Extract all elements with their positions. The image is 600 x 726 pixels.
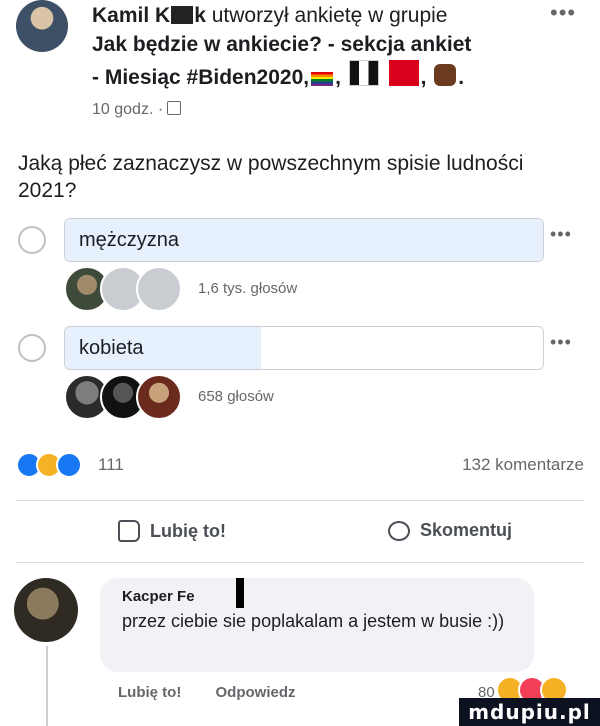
- commenter-avatar[interactable]: [14, 578, 78, 642]
- divider: [16, 500, 584, 501]
- group-name-cont[interactable]: - Miesiąc #Biden2020,, , .: [92, 60, 552, 93]
- post-time[interactable]: 10 godz. ·: [92, 101, 163, 118]
- comment-text: przez ciebie sie poplakalam a jestem w b…: [122, 611, 505, 631]
- censor-block: [171, 6, 194, 24]
- divider: [16, 562, 584, 563]
- group-name[interactable]: Jak będzie w ankiecie? - sekcja ankiet: [92, 29, 552, 60]
- comment-actions: Lubię to! Odpowiedz: [118, 684, 326, 701]
- author-avatar[interactable]: [16, 0, 68, 52]
- comment-button[interactable]: Skomentuj: [388, 520, 512, 541]
- comment-bubble-icon: [388, 520, 410, 541]
- more-options-icon[interactable]: •••: [550, 332, 572, 353]
- red-flag-icon: [388, 60, 419, 86]
- rainbow-flag-icon: [311, 72, 334, 86]
- comments-count[interactable]: 132 komentarze: [462, 455, 584, 475]
- poll-option-1[interactable]: mężczyzna •••: [18, 218, 588, 262]
- comment-reply-link[interactable]: Odpowiedz: [216, 684, 296, 701]
- thread-line: [46, 646, 48, 726]
- flag-icon: [348, 60, 379, 86]
- commenter-name[interactable]: Kacper Fe: [122, 588, 195, 605]
- more-options-icon[interactable]: •••: [550, 0, 576, 26]
- votes-count[interactable]: 1,6 tys. głosów: [198, 280, 297, 297]
- comment-like-link[interactable]: Lubię to!: [118, 684, 181, 701]
- pointer-arrow-icon: [236, 578, 244, 608]
- poll-option-label: mężczyzna: [79, 229, 180, 251]
- like-button[interactable]: Lubię to!: [118, 520, 226, 542]
- author-name-suffix: k: [194, 4, 206, 27]
- more-options-icon[interactable]: •••: [550, 224, 572, 245]
- poll-option-bar[interactable]: kobieta: [64, 326, 544, 370]
- like-reaction-icon: [56, 452, 82, 478]
- action-text: utworzył ankietę w grupie: [205, 4, 448, 27]
- thumbs-up-icon: [118, 520, 140, 542]
- poll-option-label: kobieta: [79, 337, 144, 359]
- votes-count[interactable]: 658 głosów: [198, 388, 274, 405]
- poll-question: Jaką płeć zaznaczysz w powszechnym spisi…: [18, 152, 524, 202]
- raised-fist-icon: [434, 64, 457, 86]
- comment-bubble: Kacper Fe przez ciebie sie poplakalam a …: [100, 578, 534, 672]
- site-watermark: mdupiu.pl: [459, 698, 600, 726]
- poll-option-2[interactable]: kobieta •••: [18, 326, 588, 370]
- globe-icon: [167, 101, 182, 115]
- post-header: Kamil K k utworzył ankietę w grupie Jak b…: [92, 2, 552, 123]
- voter-avatar: [136, 266, 182, 312]
- poll-option-bar[interactable]: mężczyzna: [64, 218, 544, 262]
- radio-button[interactable]: [18, 226, 46, 254]
- reactions-count: 111: [98, 455, 124, 474]
- author-name[interactable]: Kamil K: [92, 4, 170, 27]
- voter-avatar: [136, 374, 182, 420]
- radio-button[interactable]: [18, 334, 46, 362]
